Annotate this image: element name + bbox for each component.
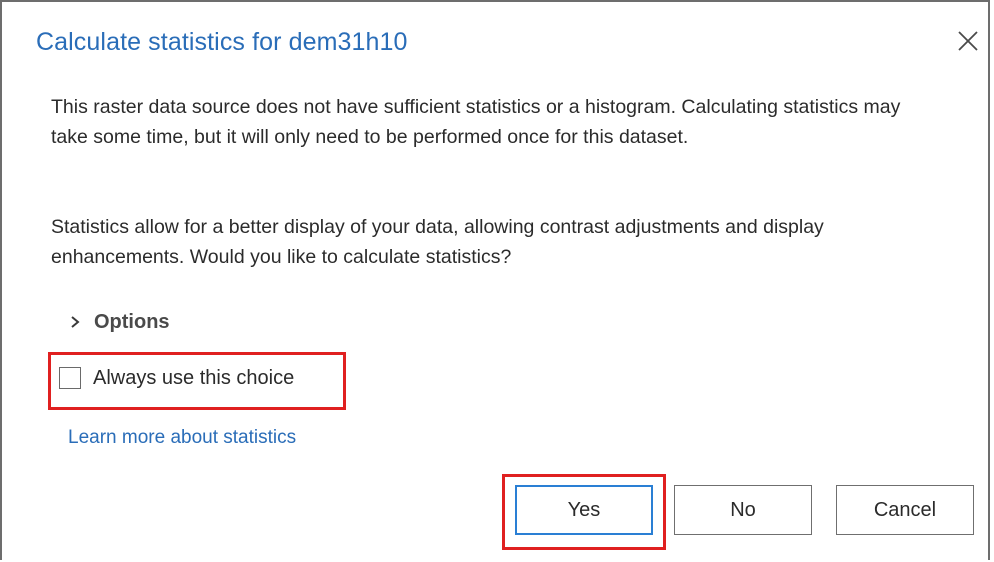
always-use-choice-checkbox[interactable] (59, 367, 81, 389)
chevron-right-icon (71, 316, 80, 328)
calculate-statistics-dialog: Calculate statistics for dem31h10 This r… (0, 0, 990, 560)
yes-button[interactable]: Yes (515, 485, 653, 535)
cancel-button[interactable]: Cancel (836, 485, 974, 535)
options-expander[interactable]: Options (68, 305, 170, 339)
always-use-choice-label: Always use this choice (93, 366, 295, 389)
always-use-choice-row[interactable]: Always use this choice (59, 363, 294, 393)
close-icon[interactable] (956, 29, 980, 53)
options-label: Options (94, 310, 170, 333)
learn-more-link[interactable]: Learn more about statistics (68, 427, 296, 449)
no-button[interactable]: No (674, 485, 812, 535)
dialog-title: Calculate statistics for dem31h10 (36, 28, 408, 56)
dialog-message-1: This raster data source does not have su… (51, 96, 901, 148)
dialog-message-2: Statistics allow for a better display of… (51, 216, 824, 268)
